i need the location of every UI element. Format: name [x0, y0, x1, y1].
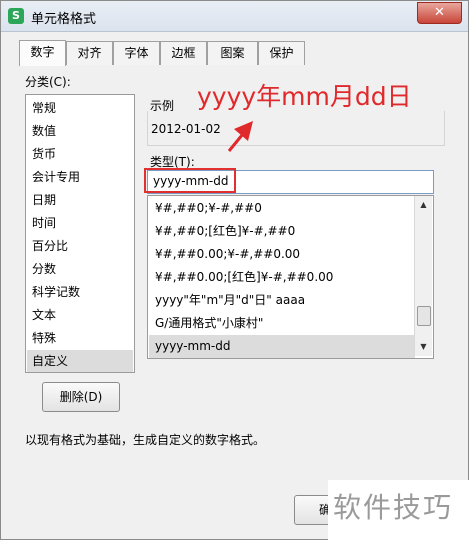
format-item[interactable]: yyyy"年"m"月"d"日" aaaa	[149, 289, 415, 312]
delete-button[interactable]: 删除(D)	[42, 382, 120, 412]
format-list[interactable]: ¥#,##0;¥-#,##0 ¥#,##0;[红色]¥-#,##0 ¥#,##0…	[147, 195, 434, 359]
format-item[interactable]: ¥#,##0;[红色]¥-#,##0	[149, 220, 415, 243]
format-item-selected[interactable]: yyyy-mm-dd	[149, 335, 415, 358]
description-text: 以现有格式为基础，生成自定义的数字格式。	[25, 433, 266, 447]
format-item[interactable]: ¥#,##0;¥-#,##0	[149, 197, 415, 220]
format-item[interactable]: ¥#,##0.00;¥-#,##0.00	[149, 243, 415, 266]
format-item[interactable]: G/通用格式"小康村"	[149, 312, 415, 335]
watermark-text: 软件技巧	[333, 491, 454, 524]
scroll-thumb[interactable]	[417, 306, 431, 326]
format-cells-dialog: S 单元格格式 ✕ 数字 对齐 字体 边框 图案 保护 分类(C): 常规 数值…	[0, 0, 469, 540]
scroll-down-icon[interactable]: ▼	[415, 339, 432, 355]
highlight-box	[144, 168, 236, 193]
scroll-up-icon[interactable]: ▲	[415, 197, 432, 213]
format-item[interactable]: ¥#,##0.00;[红色]¥-#,##0.00	[149, 266, 415, 289]
format-list-scrollbar[interactable]: ▲ ▼	[414, 196, 432, 356]
